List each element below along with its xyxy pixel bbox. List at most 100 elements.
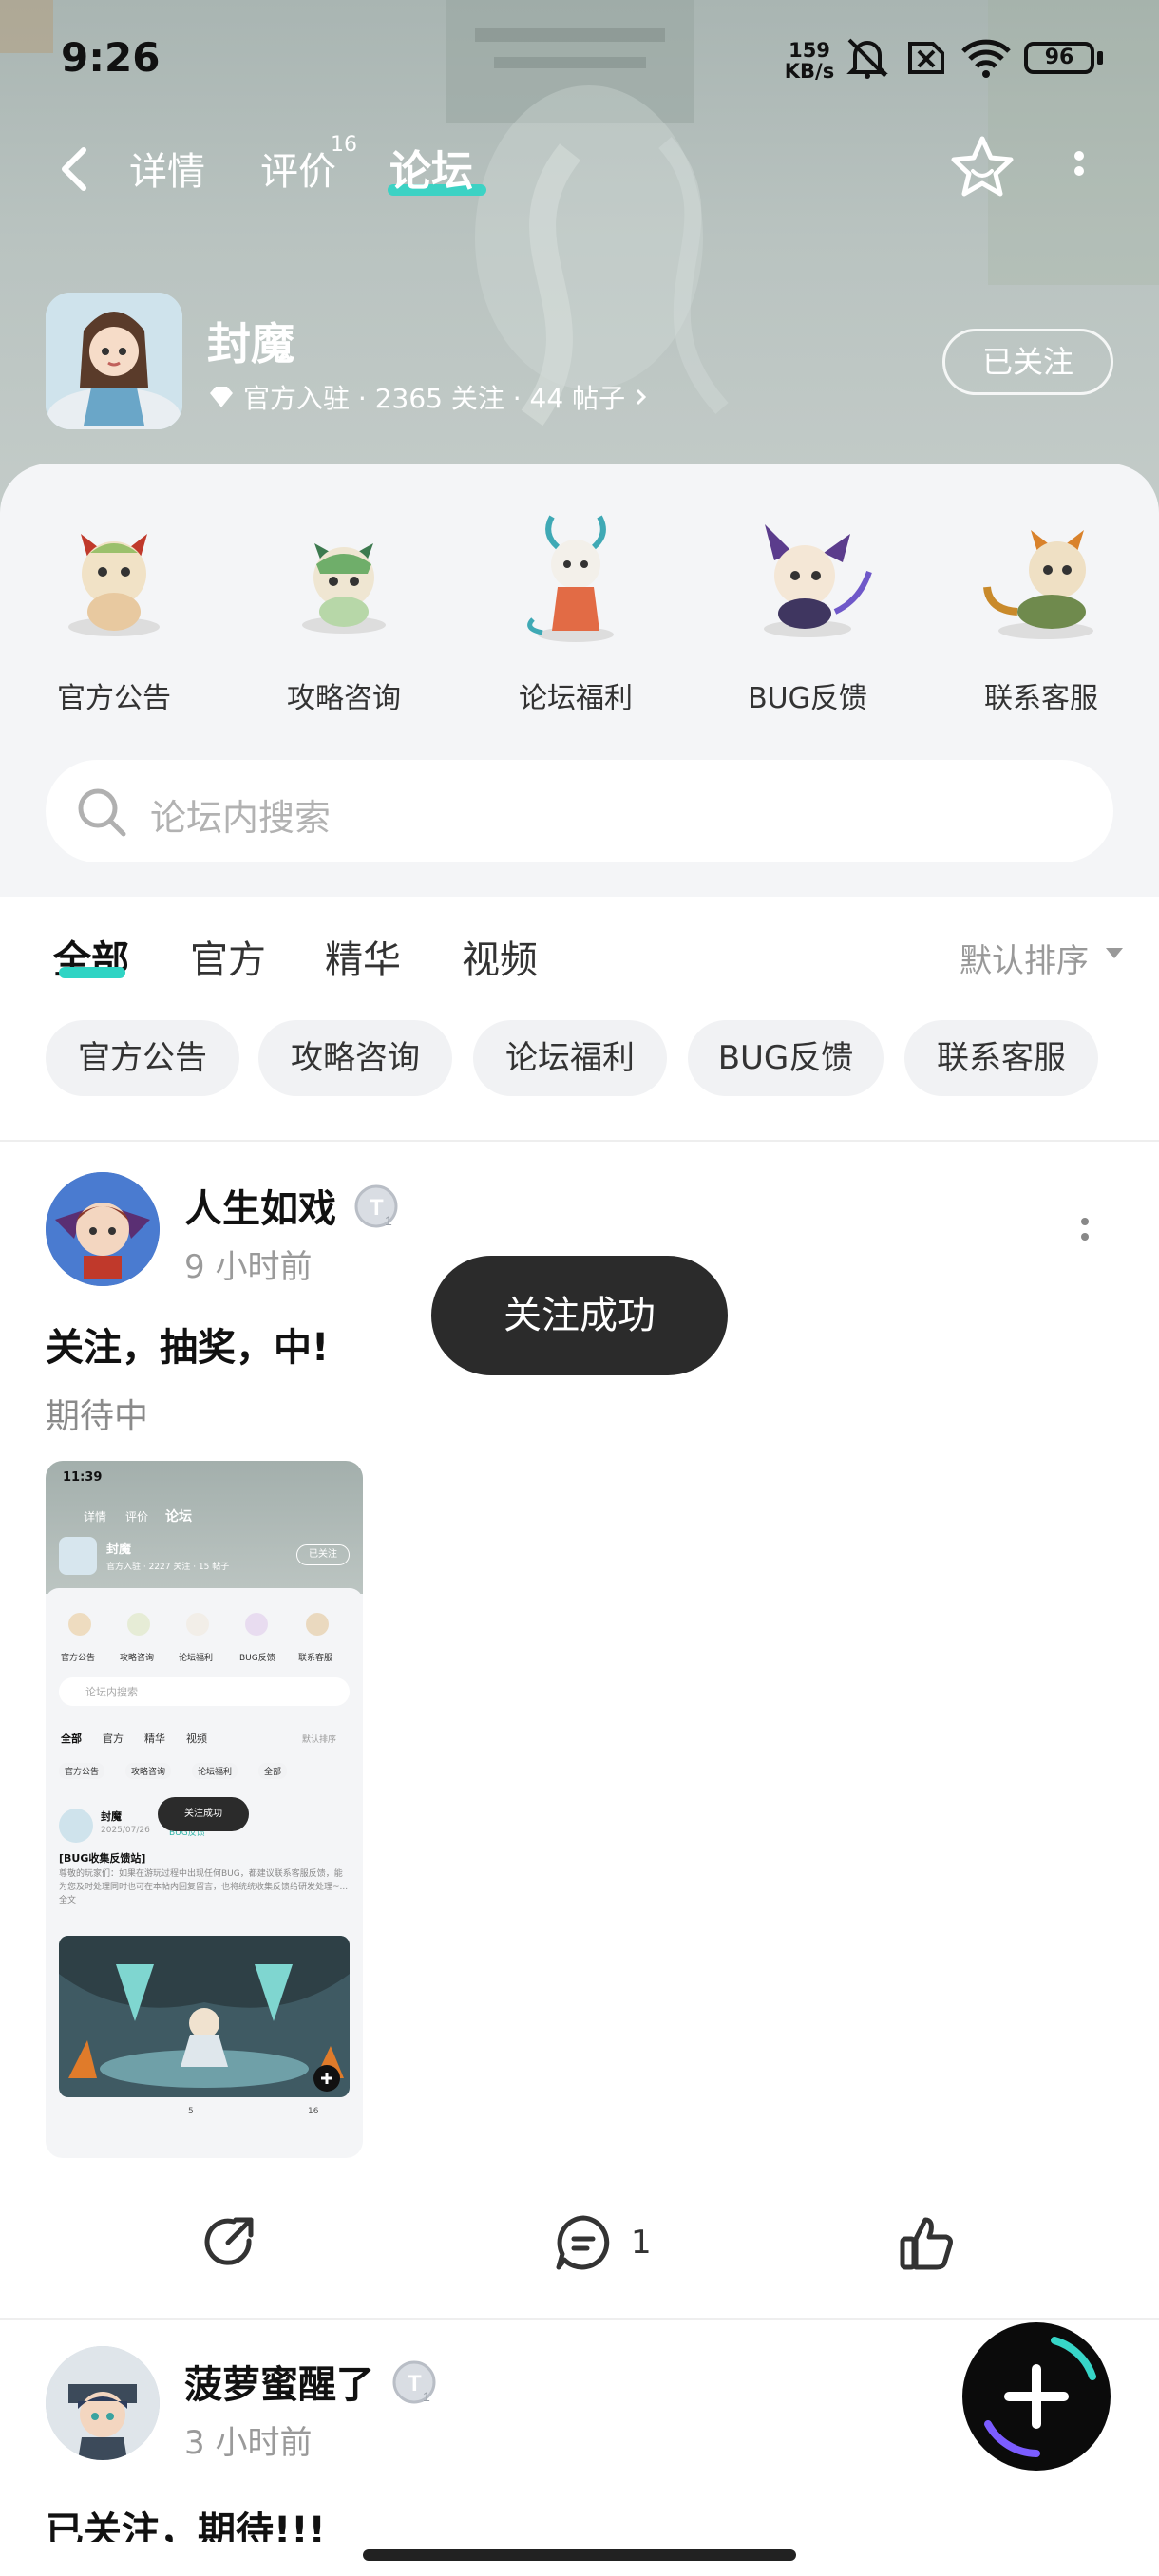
tab-reviews[interactable]: 评价 — [260, 141, 336, 196]
app-icon[interactable] — [46, 293, 182, 429]
app-character-art — [46, 293, 182, 429]
status-time: 9:26 — [61, 34, 161, 81]
mini-post-author: 封魔 — [101, 1810, 122, 1823]
post-author[interactable]: 菠萝蜜醒了 — [184, 2354, 374, 2409]
white-dragon-mascot-icon — [527, 515, 614, 642]
home-indicator[interactable] — [363, 2549, 796, 2561]
user-level-badge-icon: T 1 — [392, 2360, 436, 2404]
post-title[interactable]: 已关注，期待!!! — [46, 2500, 616, 2542]
mini-time: 11:39 — [63, 1470, 103, 1485]
mini-tab-reviews: 评价 — [125, 1510, 149, 1524]
mini-feed-tab: 精华 — [144, 1733, 165, 1745]
back-arrow-icon[interactable] — [51, 139, 99, 199]
mini-feed-tab: 全部 — [61, 1733, 82, 1745]
chip-bug-report[interactable]: BUG反馈 — [688, 1020, 884, 1096]
like-button[interactable] — [897, 2209, 958, 2276]
mini-mascots — [68, 1613, 329, 1636]
forum-search-bar[interactable]: 论坛内搜索 — [46, 760, 1113, 862]
svg-text:1: 1 — [385, 1213, 392, 1228]
mini-cat-label: BUG反馈 — [239, 1654, 276, 1663]
category-label: 攻略咨询 — [287, 682, 401, 715]
avatar[interactable] — [46, 2346, 160, 2460]
mini-post-text: 尊敬的玩家们：如果在游玩过程中出现任何BUG，都建议联系客服反馈，能为您及时处理… — [59, 1869, 349, 1905]
diamond-icon — [210, 387, 233, 407]
user-level-badge-icon: T 1 — [354, 1184, 398, 1228]
category-guide[interactable]: 攻略咨询 — [249, 505, 439, 716]
battery-indicator: 96 — [1024, 42, 1094, 74]
status-bar: 9:26 159 KB/s 96 — [0, 0, 1159, 114]
mini-feed-tab: 视频 — [186, 1733, 207, 1745]
chip-customer-service[interactable]: 联系客服 — [904, 1020, 1098, 1096]
comment-button[interactable]: 1 — [553, 2209, 652, 2276]
mini-like-count: 16 — [308, 2107, 319, 2116]
mini-cat-label: 联系客服 — [298, 1654, 333, 1663]
mini-feed-tab: 官方 — [103, 1733, 124, 1745]
post-body[interactable]: 期待中 — [46, 1389, 148, 1438]
post-title[interactable]: 关注，抽奖，中! — [46, 1316, 329, 1372]
mini-search: 论坛内搜索 — [59, 1677, 350, 1706]
category-bug-report[interactable]: BUG反馈 — [712, 505, 902, 716]
mini-sort: 默认排序 — [302, 1735, 337, 1745]
search-input[interactable]: 论坛内搜索 — [150, 788, 331, 841]
mini-follow-button: 已关注 — [296, 1544, 350, 1565]
section-divider — [0, 1140, 1159, 1142]
mini-toast: 关注成功 — [158, 1797, 249, 1831]
post-author[interactable]: 人生如戏 — [184, 1178, 336, 1233]
tab-forum[interactable]: 论坛 — [390, 137, 473, 198]
category-label: 论坛福利 — [519, 682, 633, 715]
feed-tab-official[interactable]: 官方 — [190, 929, 266, 984]
chip-official-notice[interactable]: 官方公告 — [46, 1020, 239, 1096]
feed-tab-featured[interactable]: 精华 — [325, 929, 401, 984]
mini-tab-details: 详情 — [84, 1510, 107, 1524]
orange-dragon-mascot-icon — [983, 530, 1093, 639]
mini-post-image — [59, 1936, 350, 2097]
share-button[interactable] — [200, 2209, 260, 2276]
category-label: 联系客服 — [984, 682, 1098, 715]
create-post-button[interactable] — [960, 2320, 1113, 2473]
avatar-image — [46, 1172, 160, 1286]
chip-welfare[interactable]: 论坛福利 — [473, 1020, 667, 1096]
category-customer-service[interactable]: 联系客服 — [946, 505, 1136, 716]
sim-off-icon — [908, 42, 944, 74]
category-welfare[interactable]: 论坛福利 — [481, 505, 671, 716]
avatar-image — [46, 2346, 160, 2460]
category-label: 官方公告 — [57, 682, 171, 715]
mini-chip: 论坛福利 — [192, 1763, 238, 1779]
category-label: BUG反馈 — [748, 682, 867, 715]
mini-cave-art — [59, 1936, 350, 2097]
app-header: 9:26 159 KB/s 96 详情 评价 16 论坛 封魔 官方入驻 · 2… — [0, 0, 1159, 532]
feed-tab-video[interactable]: 视频 — [462, 929, 538, 984]
favorite-star-icon[interactable] — [948, 133, 1016, 201]
mini-post-date: 2025/07/26 — [101, 1826, 150, 1835]
net-speed: 159 KB/s — [784, 39, 835, 83]
more-vertical-icon[interactable] — [1062, 148, 1096, 190]
svg-text:T: T — [408, 2371, 422, 2396]
green-dragon-mascot-icon — [302, 543, 386, 634]
sort-dropdown[interactable]: 默认排序 — [960, 935, 1089, 981]
thumbs-up-icon — [900, 2217, 953, 2270]
search-icon — [78, 788, 126, 837]
post-more-icon[interactable] — [1072, 1214, 1098, 1252]
mini-cat-label: 攻略咨询 — [120, 1654, 155, 1663]
followed-button[interactable]: 已关注 — [942, 329, 1113, 395]
tab-details[interactable]: 详情 — [129, 141, 205, 196]
mini-app-name: 封魔 — [106, 1543, 132, 1557]
chip-guide[interactable]: 攻略咨询 — [258, 1020, 452, 1096]
category-card: 官方公告 攻略咨询 论坛福利 BUG反馈 联系客服 论坛内搜索 — [0, 464, 1159, 897]
post-image[interactable]: 11:39 详情 评价 论坛 封魔 官方入驻 · 2227 关注 · 15 帖子… — [46, 1461, 363, 2158]
mini-cat-label: 官方公告 — [61, 1654, 96, 1663]
post-time: 3 小时前 — [184, 2424, 313, 2462]
avatar[interactable] — [46, 1172, 160, 1286]
mini-post-title: [BUG收集反馈站] — [59, 1852, 146, 1865]
battery-tip — [1097, 51, 1103, 65]
mini-app-meta: 官方入驻 · 2227 关注 · 15 帖子 — [106, 1563, 230, 1572]
mini-category-icons — [65, 1605, 350, 1643]
wifi-icon — [961, 39, 1011, 78]
category-official-notice[interactable]: 官方公告 — [19, 505, 209, 716]
mini-chip: 攻略咨询 — [125, 1763, 172, 1779]
comment-count: 1 — [631, 2224, 652, 2262]
mini-chip: 官方公告 — [59, 1763, 105, 1779]
chevron-right-icon — [636, 388, 647, 406]
mini-comment-count: 5 — [188, 2107, 194, 2116]
app-meta[interactable]: 官方入驻 · 2365 关注 · 44 帖子 — [207, 378, 650, 416]
